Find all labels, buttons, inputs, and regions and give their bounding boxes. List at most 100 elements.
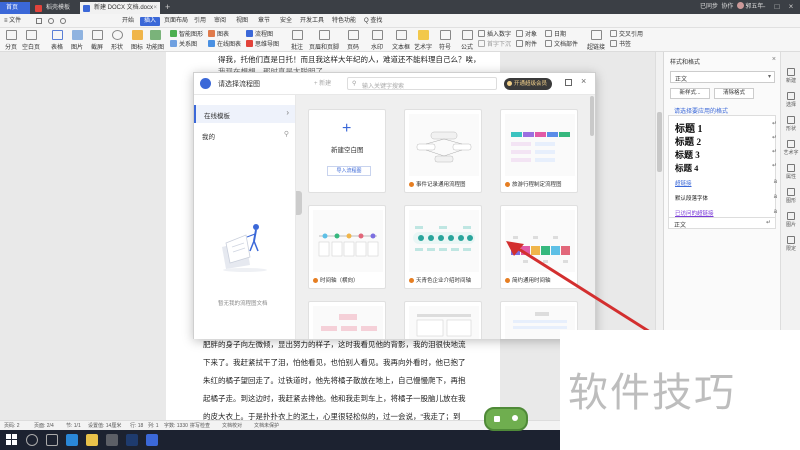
- close-icon[interactable]: ×: [786, 2, 796, 12]
- rail-shape[interactable]: 形状: [781, 116, 800, 132]
- style-body[interactable]: 正文 ↵: [668, 217, 776, 229]
- redo-icon[interactable]: [60, 18, 66, 24]
- blank-page-button[interactable]: 空白页: [22, 30, 40, 51]
- scrollbar-thumb[interactable]: [657, 112, 662, 172]
- menu-features[interactable]: 特色功能: [332, 17, 356, 26]
- status-compare[interactable]: 文档校对: [222, 422, 242, 429]
- wordart-button[interactable]: 艺术字: [412, 30, 434, 51]
- tab-templates[interactable]: 稻壳模板: [32, 2, 77, 14]
- attachment-button[interactable]: 附件: [516, 40, 537, 49]
- page-break-button[interactable]: 分页: [2, 30, 20, 51]
- maximize-icon[interactable]: □: [772, 2, 782, 12]
- style-default-font[interactable]: 默认段落字体 a: [675, 194, 779, 202]
- flowchart-button[interactable]: 流程图: [246, 30, 273, 39]
- app-icon[interactable]: [106, 434, 118, 446]
- collapse-handle[interactable]: [296, 191, 302, 215]
- status-chars[interactable]: 字数: 1330: [164, 422, 188, 429]
- search-icon[interactable]: ⚲: [284, 130, 289, 138]
- page-number-button[interactable]: 页码: [342, 30, 364, 51]
- status-pages[interactable]: 页面: 2/4: [34, 422, 54, 429]
- new-flowchart-button[interactable]: + 新建: [314, 78, 331, 87]
- sidebar-item-online-templates[interactable]: 在线模板 ›: [194, 105, 295, 123]
- tab-home[interactable]: 首页: [0, 2, 30, 14]
- template-card[interactable]: 天青色企业介绍时间轴: [404, 205, 482, 289]
- rail-limit[interactable]: 限定: [781, 236, 800, 252]
- minimize-icon[interactable]: –: [758, 2, 768, 12]
- picture-button[interactable]: 图片: [68, 30, 86, 51]
- insert-number-button[interactable]: 插入数字: [478, 30, 511, 39]
- style-visited-link[interactable]: 已访问的超链接 a: [675, 209, 779, 217]
- watermark-button[interactable]: 水印: [366, 30, 388, 51]
- status-spellcheck[interactable]: 拼写检查: [190, 422, 210, 429]
- doc-parts-button[interactable]: 文档部件: [545, 40, 578, 49]
- sidebar-item-mine[interactable]: 我的 ⚲: [194, 127, 295, 143]
- menu-insert[interactable]: 插入: [140, 17, 161, 26]
- tab-document[interactable]: 新建 DOCX 文档.docx ×: [80, 2, 160, 14]
- clear-format-button[interactable]: 清除格式: [714, 88, 754, 99]
- symbol-button[interactable]: 符号: [434, 30, 456, 51]
- close-tab-icon[interactable]: ×: [153, 2, 157, 14]
- formula-button[interactable]: 公式: [456, 30, 478, 51]
- chart-button[interactable]: 图表: [208, 30, 229, 39]
- photoshop-icon[interactable]: [126, 434, 138, 446]
- file-menu[interactable]: ≡ 文件: [4, 17, 21, 26]
- online-chart-button[interactable]: 在线图表: [208, 40, 241, 49]
- menu-references[interactable]: 引用: [194, 17, 206, 26]
- save-icon[interactable]: [36, 18, 42, 24]
- folder-icon[interactable]: [86, 434, 98, 446]
- object-button[interactable]: 对象: [516, 30, 537, 39]
- textbox-button[interactable]: 文本框: [390, 30, 412, 51]
- style-heading-4[interactable]: 标题 4 ↵: [675, 162, 779, 174]
- style-hyperlink[interactable]: 超链接 a: [675, 179, 779, 187]
- rail-select[interactable]: 选择: [781, 92, 800, 108]
- style-heading-2[interactable]: 标题 2 ↵: [675, 134, 779, 148]
- browser-icon[interactable]: [66, 434, 78, 446]
- rail-graphic[interactable]: 图形: [781, 188, 800, 204]
- task-view-icon[interactable]: [46, 434, 58, 446]
- template-card[interactable]: 事件记录通用流程图: [404, 109, 482, 193]
- blank-flowchart-card[interactable]: + 新建空白图 导入流程图: [308, 109, 386, 193]
- rail-properties[interactable]: 属性: [781, 164, 800, 180]
- menu-view[interactable]: 视图: [236, 17, 248, 26]
- template-card[interactable]: 时间轴（横向）: [308, 205, 386, 289]
- new-tab-button[interactable]: +: [163, 1, 170, 13]
- table-button[interactable]: 表格: [48, 30, 66, 51]
- template-card[interactable]: [404, 301, 482, 339]
- maximize-icon[interactable]: [565, 79, 572, 86]
- first-letter-button[interactable]: 首字下沉: [478, 40, 511, 49]
- share-label[interactable]: 协作: [721, 4, 733, 10]
- gallery-scrollbar-thumb[interactable]: [590, 96, 594, 136]
- close-icon[interactable]: ×: [581, 76, 586, 86]
- new-style-button[interactable]: 新样式...: [670, 88, 710, 99]
- import-flowchart-button[interactable]: 导入流程图: [327, 166, 371, 176]
- menu-start[interactable]: 开始: [122, 17, 134, 26]
- header-footer-button[interactable]: 页眉和页脚: [308, 30, 340, 51]
- hyperlink-button[interactable]: 超链接: [585, 30, 607, 51]
- template-card[interactable]: [308, 301, 386, 339]
- vip-button[interactable]: 开通超级会员: [504, 78, 552, 90]
- crossref-button[interactable]: 交叉引用: [610, 30, 643, 39]
- wps-icon[interactable]: [146, 434, 158, 446]
- rail-wordart[interactable]: 艺术字: [781, 140, 800, 156]
- function-chart-button[interactable]: 功能图: [146, 30, 164, 51]
- windows-start-icon[interactable]: [6, 434, 18, 446]
- screenshot-button[interactable]: 截屏: [88, 30, 106, 51]
- style-heading-1[interactable]: 标题 1 ↵: [675, 120, 779, 135]
- shape-button[interactable]: 形状: [108, 30, 126, 51]
- menu-search[interactable]: Q 查找: [364, 17, 382, 26]
- menu-page-layout[interactable]: 页面布局: [164, 17, 188, 26]
- user-area[interactable]: 已同步 协作 郭五年: [700, 2, 763, 12]
- menu-developer[interactable]: 开发工具: [300, 17, 324, 26]
- search-icon[interactable]: [26, 434, 38, 446]
- template-card[interactable]: 旅游行程制定流程图: [500, 109, 578, 193]
- template-search-input[interactable]: ⚲ 输入关键字搜索: [347, 77, 497, 90]
- menu-security[interactable]: 安全: [280, 17, 292, 26]
- rail-new[interactable]: 新建: [781, 68, 800, 84]
- relation-chart-button[interactable]: 关系图: [170, 40, 197, 49]
- mindmap-button[interactable]: 思维导图: [246, 40, 279, 49]
- menu-chapter[interactable]: 章节: [258, 17, 270, 26]
- floating-assistant-badge[interactable]: [484, 407, 528, 431]
- menu-review[interactable]: 审阅: [214, 17, 226, 26]
- status-protect[interactable]: 文档未保护: [254, 422, 279, 429]
- icon-button[interactable]: 图标: [128, 30, 146, 51]
